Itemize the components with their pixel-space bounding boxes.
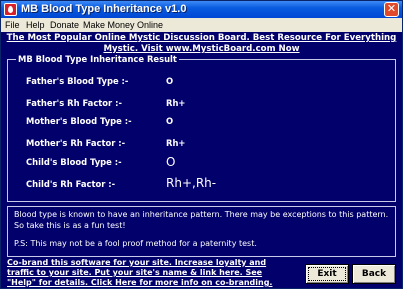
mother-rh-factor-label: Mother's Rh Factor :- [26, 138, 126, 148]
father-rh-factor-value: Rh+ [166, 98, 186, 108]
mother-blood-type-value: O [166, 116, 174, 126]
close-button[interactable]: ✕ [384, 2, 399, 17]
back-button[interactable]: Back [352, 264, 396, 284]
father-rh-factor-label: Father's Rh Factor :- [26, 98, 122, 108]
father-blood-type-label: Father's Blood Type :- [26, 76, 129, 86]
result-group: MB Blood Type Inheritance Result Father'… [7, 54, 396, 202]
cobrand-line-3[interactable]: "Help" for details. Click Here for more … [7, 278, 307, 288]
menu-help[interactable]: Help [26, 20, 45, 30]
cobrand-line-1[interactable]: Co-brand this software for your site. In… [7, 258, 307, 268]
exit-button[interactable]: Exit [305, 264, 349, 284]
cobrand-line-2[interactable]: traffic to your site. Put your site's na… [7, 268, 307, 278]
menu-file[interactable]: File [5, 20, 20, 30]
info-paragraph-1: Blood type is known to have an inheritan… [14, 210, 389, 230]
blood-drop-icon [4, 3, 17, 16]
menu-donate[interactable]: Donate [50, 20, 79, 30]
child-blood-type-label: Child's Blood Type :- [26, 157, 122, 167]
cobrand-link[interactable]: Co-brand this software for your site. In… [7, 258, 307, 288]
mother-blood-type-label: Mother's Blood Type :- [26, 116, 132, 126]
app-window: MB Blood Type Inheritance v1.0 ✕ File He… [0, 0, 403, 289]
menu-bar: File Help Donate Make Money Online [1, 18, 402, 32]
child-rh-factor-value: Rh+,Rh- [166, 176, 217, 190]
father-blood-type-value: O [166, 76, 174, 86]
child-rh-factor-label: Child's Rh Factor :- [26, 179, 116, 189]
banner-line-1[interactable]: The Most Popular Online Mystic Discussio… [1, 33, 402, 44]
info-box: Blood type is known to have an inheritan… [7, 206, 396, 257]
title-bar[interactable]: MB Blood Type Inheritance v1.0 ✕ [1, 1, 402, 18]
child-blood-type-value: O [166, 155, 176, 169]
window-title: MB Blood Type Inheritance v1.0 [21, 3, 187, 15]
result-group-title: MB Blood Type Inheritance Result [16, 54, 179, 64]
mother-rh-factor-value: Rh+ [166, 138, 186, 148]
menu-make-money-online[interactable]: Make Money Online [83, 20, 163, 30]
info-paragraph-2: P.S: This may not be a fool proof method… [14, 239, 257, 248]
